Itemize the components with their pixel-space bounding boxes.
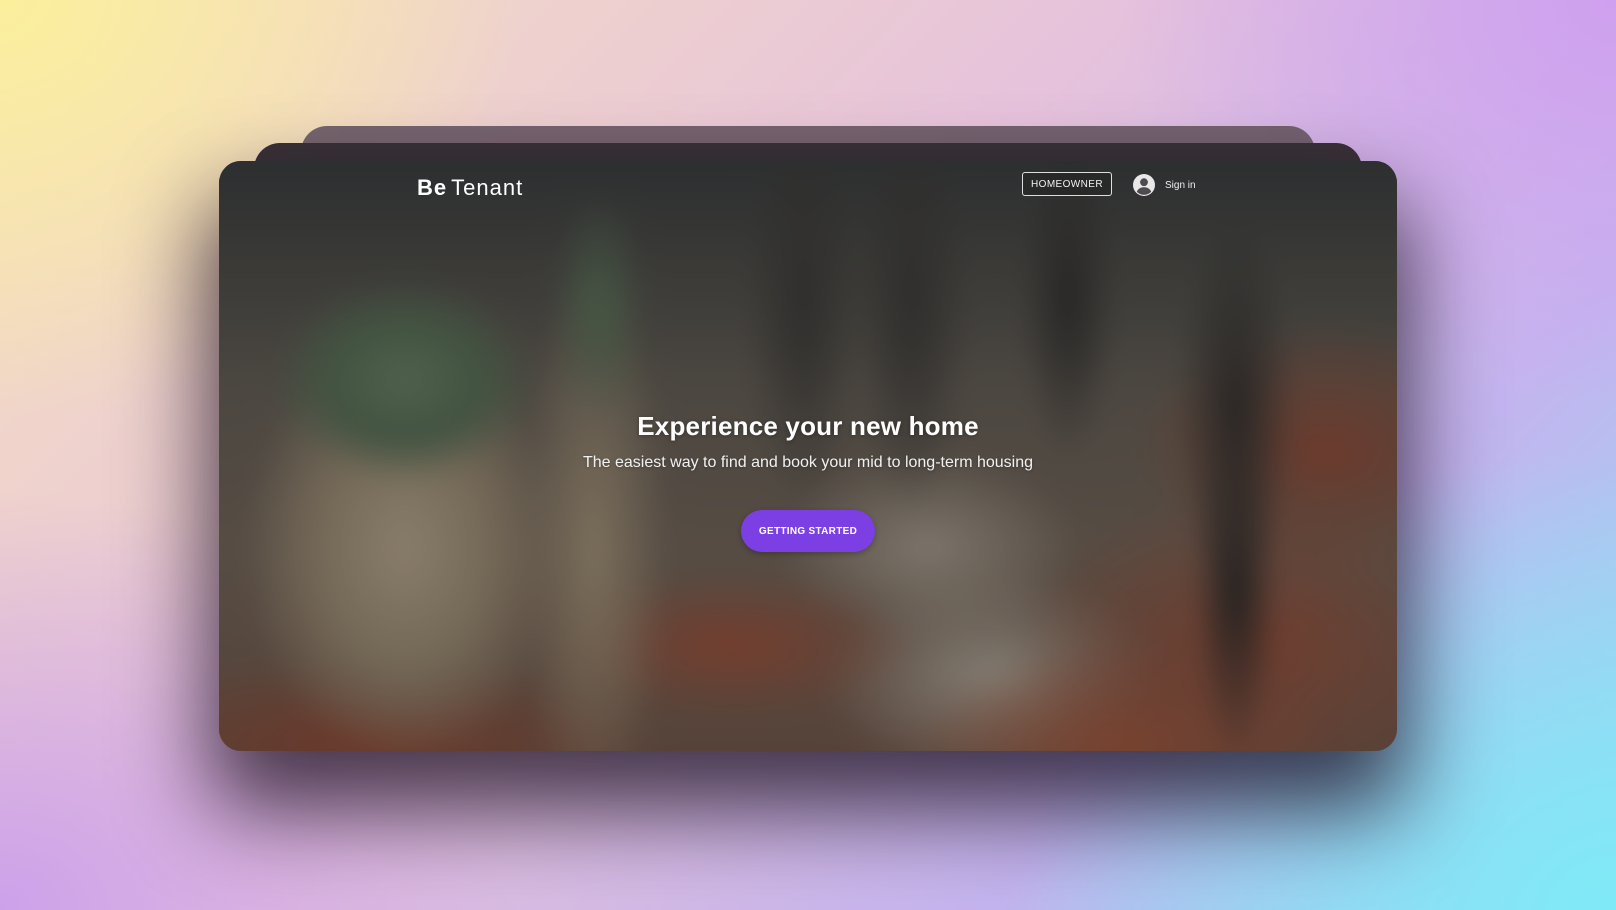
hero-title: Experience your new home <box>637 411 979 441</box>
browser-window: Be Tenant HOMEOWNER Sign in Experience y… <box>219 161 1397 751</box>
sign-in-label: Sign in <box>1165 179 1196 191</box>
brand-logo[interactable]: Be Tenant <box>417 175 523 209</box>
hero-section: Experience your new home The easiest way… <box>219 411 1397 472</box>
homeowner-button[interactable]: HOMEOWNER <box>1022 172 1112 196</box>
account-circle-icon <box>1133 174 1155 196</box>
brand-logo-bold: Be <box>417 175 448 200</box>
getting-started-button[interactable]: GETTING STARTED <box>741 510 875 552</box>
sign-in-link[interactable]: Sign in <box>1132 172 1196 198</box>
hero-subtitle: The easiest way to find and book your mi… <box>582 454 1034 471</box>
brand-logo-regular: Tenant <box>451 175 524 200</box>
